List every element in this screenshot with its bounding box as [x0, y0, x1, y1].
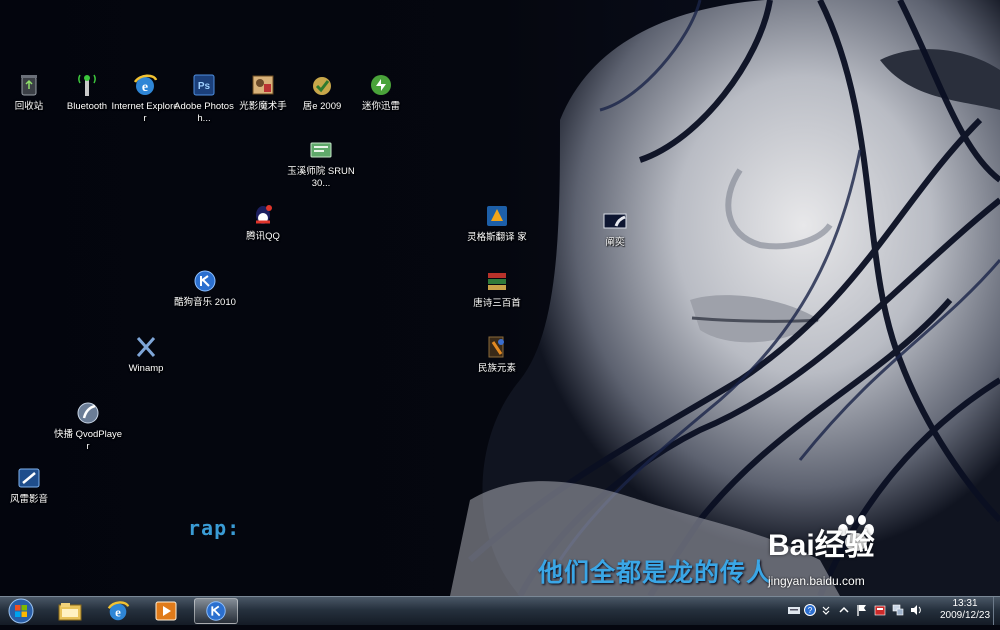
desktop-icon-lingoes[interactable]: 灵格斯翻译 家 [462, 203, 532, 244]
show-desktop-button[interactable] [993, 597, 1000, 625]
taskbar-kugou-music[interactable] [194, 598, 238, 624]
kugou-music-icon [194, 270, 216, 292]
baidu-jingyan-watermark: Bai经验 jingyan.baidu.com [768, 515, 978, 590]
jue-2009-icon [313, 77, 331, 95]
desktop-icon-image-file[interactable]: 阐奕 [580, 208, 650, 249]
desktop-icon-ethnic-elements[interactable]: 民族元素 [462, 334, 532, 375]
desktop-icon-mini-thunder[interactable]: 迷你迅雷 [346, 72, 416, 113]
clock-time: 13:31 [952, 598, 978, 609]
desktop-icon-srun[interactable]: 玉溪师院 SRUN30... [286, 137, 356, 190]
lyric-rap-text: rap: [188, 516, 241, 540]
internet-explorer-icon: e [133, 74, 158, 95]
recycle-bin-icon [21, 75, 37, 96]
taskbar-windows-explorer[interactable] [48, 598, 92, 624]
taskbar-media-player[interactable] [144, 598, 188, 624]
desktop-icon-kugou[interactable]: 酷狗音乐 2010 [170, 268, 240, 309]
help-icon[interactable]: ? [804, 604, 816, 616]
icon-label: 腾讯QQ [246, 231, 280, 242]
desktop-icon-fenglei[interactable]: 风雷影音 [0, 465, 64, 506]
qq-icon [256, 205, 272, 224]
media-player-icon [155, 601, 177, 621]
desktop-icon-qq[interactable]: 腾讯QQ [228, 202, 298, 243]
icon-label: 阐奕 [605, 237, 625, 248]
windows-logo-icon [8, 598, 34, 624]
internet-explorer-icon: e [107, 601, 130, 621]
image-file-icon [603, 213, 627, 229]
volume-icon[interactable] [910, 604, 922, 616]
lingoes-icon [487, 206, 507, 226]
svg-text:e: e [142, 80, 148, 95]
icon-label: 酷狗音乐 2010 [174, 297, 236, 308]
qvod-player-icon [77, 402, 99, 424]
network-icon[interactable] [892, 604, 904, 616]
windows-explorer-icon [58, 603, 82, 621]
clock-date: 2009/12/23 [939, 610, 991, 621]
show-hidden-icons-icon[interactable] [838, 604, 850, 616]
watermark-url: jingyan.baidu.com [768, 574, 865, 588]
icon-label: 唐诗三百首 [473, 298, 521, 309]
tang-poems-book-icon [488, 273, 506, 290]
svg-text:Ps: Ps [198, 81, 211, 92]
icon-label: 玉溪师院 SRUN30... [287, 166, 355, 189]
icon-label: 快播 QvodPlayer [53, 429, 123, 452]
watermark-brand: Bai经验 [768, 529, 875, 562]
winamp-icon [136, 337, 156, 357]
fenglei-player-icon [18, 468, 40, 488]
svg-text:e: e [115, 605, 121, 620]
security-icon[interactable] [874, 604, 886, 616]
lyric-line-text: 他们全都是龙的传人 [538, 558, 773, 587]
mini-thunder-icon [371, 75, 391, 95]
icon-label: 风雷影音 [9, 494, 48, 505]
desktop-icon-tang-poems[interactable]: 唐诗三百首 [462, 269, 532, 310]
nevercenter-photo-icon [252, 75, 274, 95]
desktop-icon-qvod[interactable]: 快播 QvodPlayer [53, 400, 123, 453]
icon-label: Winamp [128, 363, 164, 374]
bluetooth-icon [78, 74, 96, 96]
taskbar: e ? 13:31 2009/12/23 [0, 596, 1000, 625]
keyboard-icon[interactable] [788, 604, 800, 616]
icon-label: 民族元素 [477, 363, 516, 374]
srun-client-icon [310, 142, 332, 158]
system-tray: ? 13:31 2009/12/23 [784, 597, 1000, 625]
taskbar-internet-explorer[interactable]: e [96, 598, 140, 624]
icon-label: 灵格斯翻译 家 [467, 232, 527, 243]
svg-text:?: ? [808, 606, 813, 615]
start-button[interactable] [4, 597, 38, 625]
chevron-icon[interactable] [820, 604, 832, 616]
photoshop-icon: Ps [193, 74, 215, 96]
desktop-icon-winamp[interactable]: Winamp [111, 334, 181, 375]
action-center-flag-icon[interactable] [856, 604, 868, 616]
ethnic-elements-icon [488, 336, 504, 358]
kugou-music-icon [206, 601, 226, 621]
taskbar-clock[interactable]: 13:31 2009/12/23 [934, 598, 996, 622]
icon-label: 迷你迅雷 [361, 101, 400, 112]
